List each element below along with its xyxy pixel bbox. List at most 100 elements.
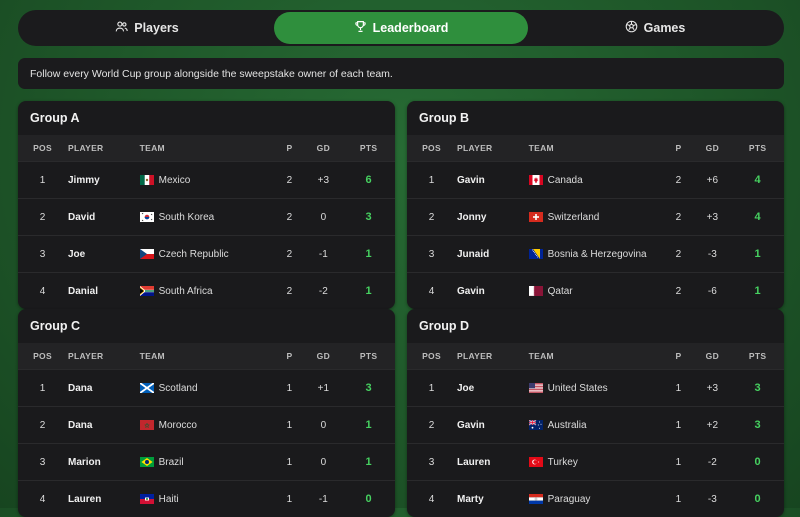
goal-difference-cell: -2 (305, 273, 343, 310)
column-header-pts[interactable]: PTS (342, 343, 395, 370)
table-row[interactable]: 1GavinCanada2+64 (407, 162, 784, 199)
column-header-player[interactable]: PLAYER (456, 135, 528, 162)
column-header-pts[interactable]: PTS (731, 135, 784, 162)
column-header-player[interactable]: PLAYER (67, 135, 139, 162)
position-cell: 2 (407, 407, 456, 444)
column-header-p[interactable]: P (274, 343, 304, 370)
column-header-player[interactable]: PLAYER (67, 343, 139, 370)
group-card-c: Group CPOSPLAYERTEAMPGDPTS1DanaScotland1… (18, 309, 395, 517)
team-name: Scotland (159, 383, 198, 394)
table-row[interactable]: 4LaurenHaiti1-10 (18, 481, 395, 517)
team-name: Turkey (548, 457, 578, 468)
goal-difference-cell: -3 (694, 236, 732, 273)
team-name: Brazil (159, 457, 184, 468)
south-africa-flag-icon (140, 286, 154, 296)
users-icon (115, 20, 128, 36)
points-cell: 3 (731, 370, 784, 407)
played-cell: 2 (663, 162, 693, 199)
group-card-a: Group APOSPLAYERTEAMPGDPTS1JimmyMexico2+… (18, 101, 395, 309)
column-header-gd[interactable]: GD (694, 135, 732, 162)
nav-tabs: Players Leaderboard Games (18, 10, 784, 46)
points-cell: 6 (342, 162, 395, 199)
table-row[interactable]: 1JoeUnited States1+33 (407, 370, 784, 407)
goal-difference-cell: +6 (694, 162, 732, 199)
haiti-flag-icon (140, 494, 154, 504)
tab-games[interactable]: Games (528, 12, 782, 44)
column-header-p[interactable]: P (274, 135, 304, 162)
column-header-gd[interactable]: GD (305, 343, 343, 370)
goal-difference-cell: -2 (694, 444, 732, 481)
usa-flag-icon (529, 383, 543, 393)
team-cell: Haiti (139, 481, 275, 517)
column-header-pos[interactable]: POS (407, 343, 456, 370)
points-cell: 4 (731, 162, 784, 199)
column-header-player[interactable]: PLAYER (456, 343, 528, 370)
position-cell: 4 (18, 273, 67, 310)
column-header-pos[interactable]: POS (18, 135, 67, 162)
goal-difference-cell: +3 (694, 199, 732, 236)
player-name: Joe (67, 236, 139, 273)
points-cell: 3 (342, 370, 395, 407)
played-cell: 2 (274, 162, 304, 199)
team-name: United States (548, 383, 608, 394)
standings-table: POSPLAYERTEAMPGDPTS 1 Gavin Canada 2+642Jonn… (407, 135, 784, 309)
team-name: Canada (548, 175, 583, 186)
column-header-team[interactable]: TEAM (528, 135, 664, 162)
player-name: Gavin (456, 407, 528, 444)
table-row[interactable]: 2DanaMorocco101 (18, 407, 395, 444)
column-header-pos[interactable]: POS (18, 343, 67, 370)
position-cell: 3 (407, 444, 456, 481)
brazil-flag-icon (140, 457, 154, 467)
australia-flag-icon (529, 420, 543, 430)
team-name: Switzerland (548, 212, 600, 223)
table-row[interactable]: 1DanaScotland1+13 (18, 370, 395, 407)
column-header-pos[interactable]: POS (407, 135, 456, 162)
table-row[interactable]: 4DanialSouth Africa2-21 (18, 273, 395, 310)
mexico-flag-icon (140, 175, 154, 185)
table-row[interactable]: 3MarionBrazil101 (18, 444, 395, 481)
table-row[interactable]: 1JimmyMexico2+36 (18, 162, 395, 199)
position-cell: 2 (18, 199, 67, 236)
column-header-team[interactable]: TEAM (139, 135, 275, 162)
played-cell: 1 (663, 407, 693, 444)
player-name: Jimmy (67, 162, 139, 199)
played-cell: 2 (663, 236, 693, 273)
table-row[interactable]: 2DavidSouth Korea203 (18, 199, 395, 236)
team-cell: Mexico (139, 162, 275, 199)
column-header-p[interactable]: P (663, 343, 693, 370)
switzerland-flag-icon (529, 212, 543, 222)
goal-difference-cell: +3 (694, 370, 732, 407)
table-row[interactable]: 2GavinAustralia1+23 (407, 407, 784, 444)
table-row[interactable]: 4MartyParaguay1-30 (407, 481, 784, 517)
table-row[interactable]: 4GavinQatar2-61 (407, 273, 784, 310)
team-name: Bosnia & Herzegovina (548, 249, 647, 260)
column-header-p[interactable]: P (663, 135, 693, 162)
goal-difference-cell: +1 (305, 370, 343, 407)
player-name: David (67, 199, 139, 236)
bosnia-flag-icon (529, 249, 543, 259)
team-cell: Turkey (528, 444, 664, 481)
column-header-gd[interactable]: GD (305, 135, 343, 162)
table-row[interactable]: 3JunaidBosnia & Herzegovina2-31 (407, 236, 784, 273)
column-header-team[interactable]: TEAM (139, 343, 275, 370)
table-row[interactable]: 2JonnySwitzerland2+34 (407, 199, 784, 236)
played-cell: 1 (274, 481, 304, 517)
player-name: Marion (67, 444, 139, 481)
position-cell: 2 (18, 407, 67, 444)
paraguay-flag-icon (529, 494, 543, 504)
column-header-pts[interactable]: PTS (731, 343, 784, 370)
played-cell: 2 (274, 273, 304, 310)
group-title: Group A (18, 101, 395, 135)
column-header-gd[interactable]: GD (694, 343, 732, 370)
points-cell: 0 (731, 481, 784, 517)
standings-table: POSPLAYERTEAMPGDPTS1JoeUnited States1+33… (407, 343, 784, 517)
goal-difference-cell: 0 (305, 407, 343, 444)
tab-leaderboard[interactable]: Leaderboard (274, 12, 528, 44)
tab-players[interactable]: Players (20, 12, 274, 44)
table-row[interactable]: 3LaurenTurkey1-20 (407, 444, 784, 481)
table-row[interactable]: 3JoeCzech Republic2-11 (18, 236, 395, 273)
column-header-pts[interactable]: PTS (342, 135, 395, 162)
column-header-team[interactable]: TEAM (528, 343, 664, 370)
points-cell: 1 (731, 236, 784, 273)
player-name: Gavin (456, 273, 528, 310)
